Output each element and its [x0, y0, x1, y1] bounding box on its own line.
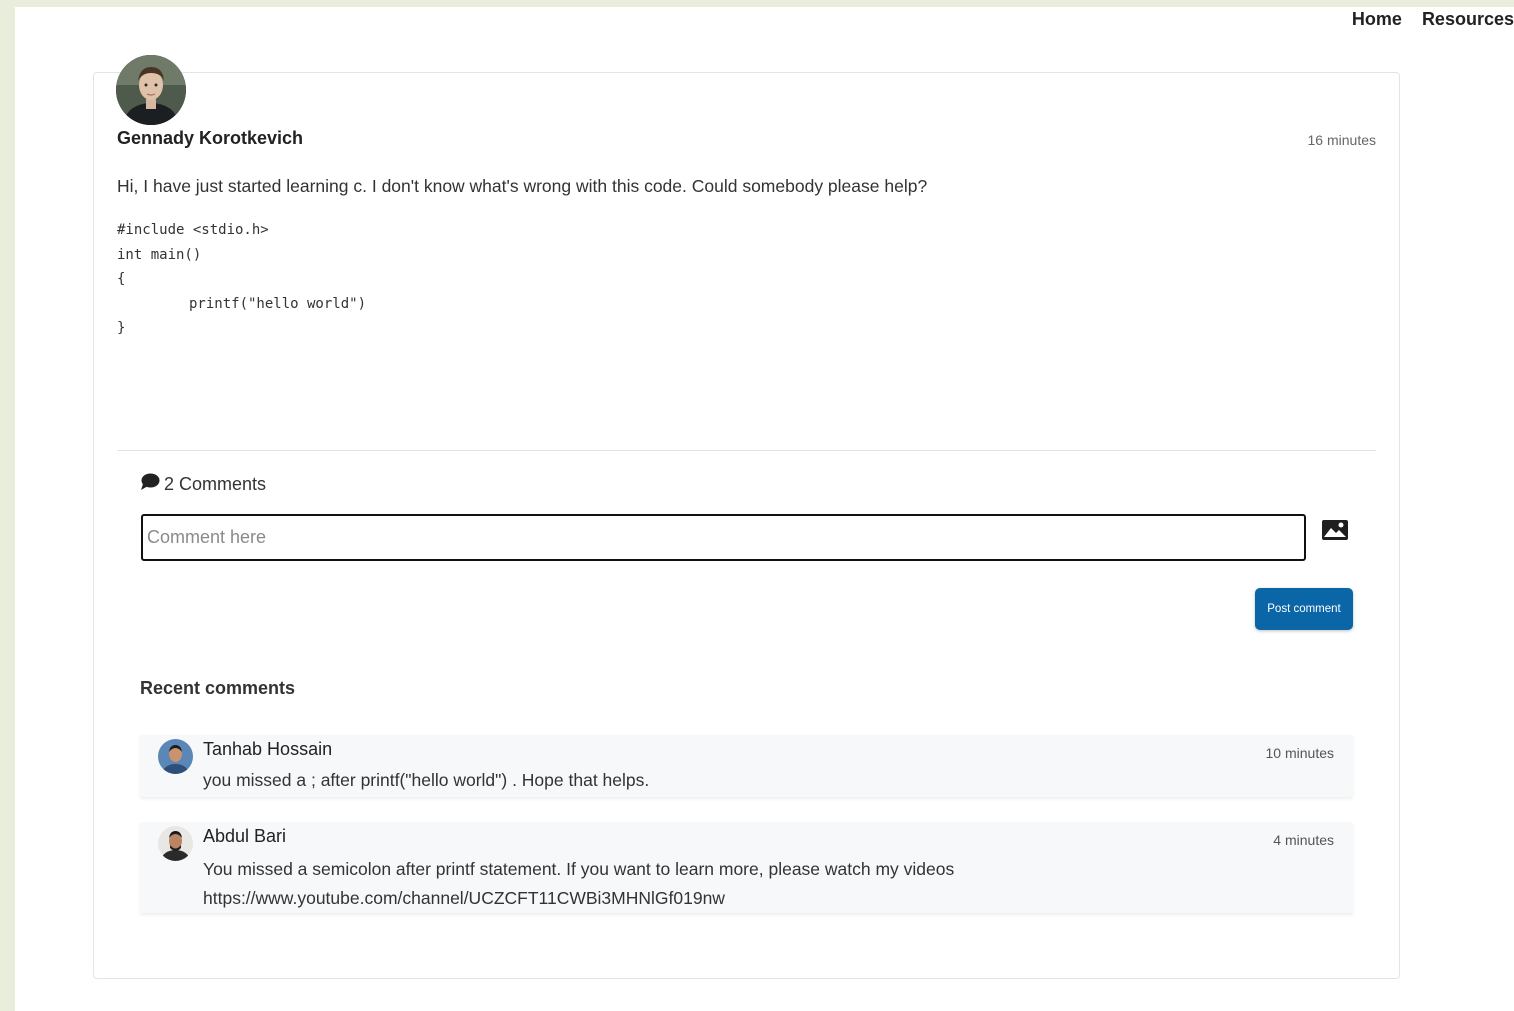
code-line: } — [117, 320, 126, 336]
comment-time: 10 minutes — [1265, 745, 1334, 761]
comment-text: You missed a semicolon after printf stat… — [203, 859, 955, 879]
post-author[interactable]: Gennady Korotkevich — [117, 128, 303, 149]
top-nav: Home Resources — [1352, 9, 1514, 30]
comments-count: 2 Comments — [140, 473, 266, 496]
post-body: Hi, I have just started learning c. I do… — [117, 176, 928, 196]
post-card: Gennady Korotkevich 16 minutes Hi, I hav… — [93, 55, 1400, 979]
commenter-avatar[interactable] — [158, 826, 193, 861]
recent-comments-heading: Recent comments — [140, 678, 296, 698]
post-comment-button[interactable]: Post comment — [1255, 588, 1353, 630]
nav-home-link[interactable]: Home — [1352, 9, 1402, 30]
code-line: { — [117, 271, 126, 287]
divider — [117, 450, 1376, 451]
code-line: #include <stdio.h> — [117, 222, 269, 238]
page: Home Resources Gennady Korotkevich 16 mi… — [15, 7, 1514, 1011]
author-avatar[interactable] — [116, 55, 186, 125]
image-icon[interactable] — [1321, 519, 1349, 541]
commenter-avatar[interactable] — [158, 739, 193, 774]
comment-input[interactable] — [141, 514, 1306, 561]
nav-resources-link[interactable]: Resources — [1422, 9, 1514, 30]
comment-bubble-icon — [140, 473, 160, 496]
comment-link[interactable]: https://www.youtube.com/channel/UCZCFT11… — [203, 884, 725, 913]
comment-text: you missed a ; after printf("hello world… — [203, 770, 650, 790]
code-line: printf("hello world") — [189, 295, 367, 312]
code-block: #include <stdio.h> int main() { printf("hel… — [117, 218, 366, 341]
comment-item: Abdul Bari 4 minutes You missed a semico… — [140, 822, 1353, 913]
commenter-name[interactable]: Abdul Bari — [203, 826, 286, 847]
comment-item: Tanhab Hossain 10 minutes you missed a ;… — [140, 735, 1353, 797]
code-line: int main() — [117, 246, 202, 263]
comments-count-label: 2 Comments — [164, 474, 267, 494]
commenter-name[interactable]: Tanhab Hossain — [203, 739, 332, 760]
post-time: 16 minutes — [1307, 132, 1376, 148]
comment-time: 4 minutes — [1273, 832, 1334, 848]
